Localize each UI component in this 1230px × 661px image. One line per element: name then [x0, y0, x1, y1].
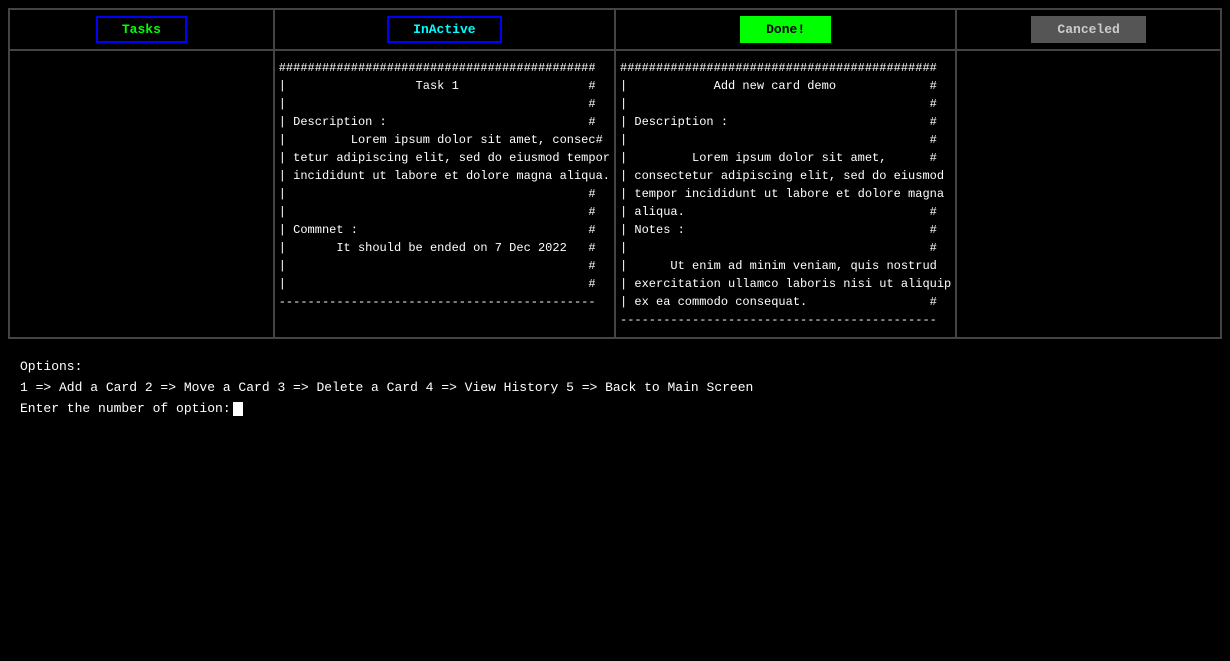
column-done: Done! ##################################…	[616, 10, 957, 337]
inactive-button[interactable]: InActive	[387, 16, 501, 43]
cursor-icon	[233, 402, 243, 416]
prompt-label: Enter the number of option:	[20, 401, 231, 416]
column-done-body: ########################################…	[616, 51, 955, 337]
done-button[interactable]: Done!	[740, 16, 831, 43]
tasks-button[interactable]: Tasks	[96, 16, 187, 43]
column-canceled: Canceled	[957, 10, 1220, 337]
column-tasks-header: Tasks	[10, 10, 273, 51]
canceled-button[interactable]: Canceled	[1031, 16, 1145, 43]
column-canceled-header: Canceled	[957, 10, 1220, 51]
bottom-area: Options: 1 => Add a Card 2 => Move a Car…	[0, 347, 1230, 428]
column-inactive-body: ########################################…	[275, 51, 614, 337]
column-inactive: InActive ###############################…	[275, 10, 616, 337]
column-tasks: Tasks	[10, 10, 275, 337]
options-title: Options:	[20, 359, 1210, 374]
options-items: 1 => Add a Card 2 => Move a Card 3 => De…	[20, 380, 1210, 395]
board: Tasks InActive #########################…	[8, 8, 1222, 339]
column-tasks-body	[10, 51, 273, 337]
column-done-header: Done!	[616, 10, 955, 51]
column-inactive-header: InActive	[275, 10, 614, 51]
prompt-line: Enter the number of option:	[20, 401, 1210, 416]
column-canceled-body	[957, 51, 1220, 337]
